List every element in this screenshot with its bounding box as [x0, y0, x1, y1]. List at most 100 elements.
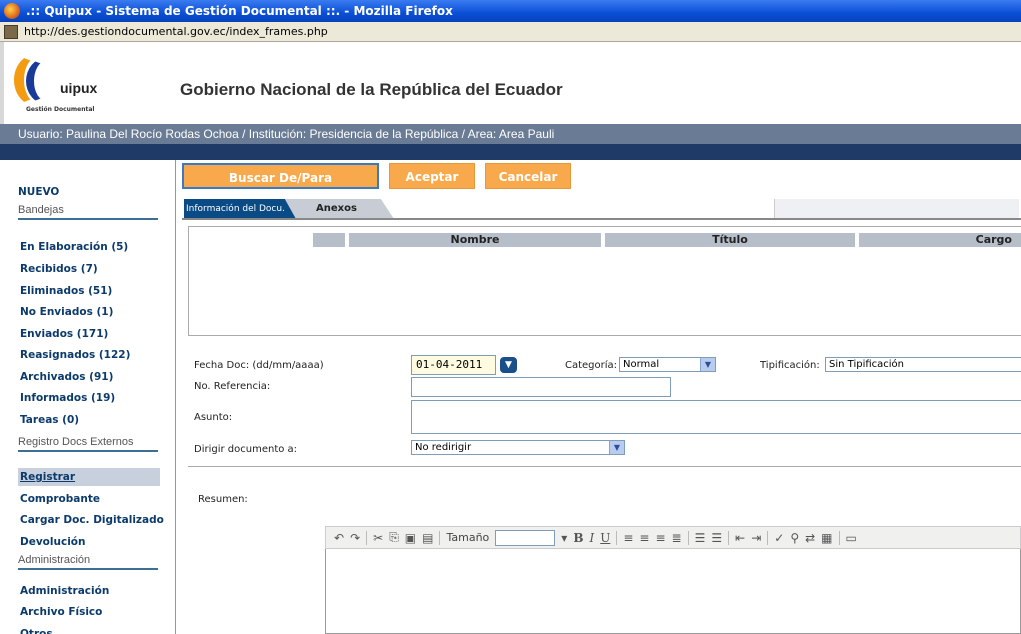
table-header-titulo: Título [605, 233, 855, 247]
sidebar-item-archivo-fisico[interactable]: Archivo Físico [20, 606, 102, 618]
sidebar-section-admin: Administración [18, 554, 158, 570]
align-justify-icon[interactable]: ≣ [672, 531, 682, 545]
replace-icon[interactable]: ⇄ [805, 531, 815, 545]
toolbar-separator [767, 530, 769, 545]
editor-toolbar: ↶ ↷ ✂ ⎘ ▣ ▤ Tamaño ▾ B I U ≡ ≡ ≡ ≣ ☰ ☰ ⇤… [325, 526, 1021, 549]
sidebar-item-recibidos[interactable]: Recibidos (7) [20, 263, 98, 275]
paste-text-icon[interactable]: ▤ [422, 531, 433, 545]
paste-icon[interactable]: ▣ [405, 531, 416, 545]
dirigir-label: Dirigir documento a: [194, 444, 298, 455]
asunto-textarea[interactable] [411, 400, 1021, 434]
fecha-label: Fecha Doc: (dd/mm/aaaa) [194, 360, 324, 371]
fecha-input[interactable]: 01-04-2011 [411, 355, 496, 375]
cancelar-button[interactable]: Cancelar [485, 163, 571, 189]
outdent-icon[interactable]: ⇤ [735, 531, 745, 545]
cut-icon[interactable]: ✂ [373, 531, 383, 545]
copy-icon[interactable]: ⎘ [389, 530, 399, 545]
maximize-icon[interactable]: ▭ [846, 531, 857, 545]
recipients-table: Nombre Título Cargo [188, 226, 1021, 336]
sidebar-item-en-elaboracion[interactable]: En Elaboración (5) [20, 241, 128, 253]
window-title-bar: .:: Quipux - Sistema de Gestión Document… [0, 0, 1021, 22]
align-center-icon[interactable]: ≡ [639, 531, 649, 545]
tab-underline [182, 218, 1021, 220]
address-bar[interactable]: http://des.gestiondocumental.gov.ec/inde… [0, 22, 1021, 42]
sidebar-section-bandejas: Bandejas [18, 204, 158, 220]
categoria-label: Categoría: [565, 360, 618, 371]
table-header-blank [313, 233, 345, 247]
sidebar-section-externos: Registro Docs Externos [18, 436, 158, 452]
dirigir-value: No redirigir [415, 442, 472, 453]
toolbar-separator [687, 530, 689, 545]
tab-anexos[interactable]: Anexos [284, 199, 394, 219]
table-icon[interactable]: ▦ [821, 531, 832, 545]
resumen-label: Resumen: [198, 494, 248, 505]
url-text[interactable]: http://des.gestiondocumental.gov.ec/inde… [24, 25, 328, 38]
sidebar-item-eliminados[interactable]: Eliminados (51) [20, 285, 112, 297]
tipificacion-label: Tipificación: [760, 360, 820, 371]
align-right-icon[interactable]: ≡ [655, 531, 665, 545]
sidebar-item-comprobante[interactable]: Comprobante [20, 493, 100, 505]
government-title: Gobierno Nacional de la República del Ec… [180, 80, 563, 99]
asunto-label: Asunto: [194, 412, 233, 423]
toolbar-separator [728, 530, 730, 545]
tipificacion-value: Sin Tipificación [829, 359, 905, 370]
undo-icon[interactable]: ↶ [334, 531, 344, 545]
header-divider [0, 144, 1021, 160]
tab-informacion-documento[interactable]: Información del Docu. [184, 199, 296, 219]
find-icon[interactable]: ⚲ [790, 531, 799, 545]
app-header: uipux Gestión Documental Gobierno Nacion… [0, 42, 1021, 124]
toolbar-separator [838, 530, 840, 545]
unordered-list-icon[interactable]: ☰ [711, 531, 722, 545]
sidebar-item-no-enviados[interactable]: No Enviados (1) [20, 306, 113, 318]
form-divider [188, 466, 1021, 467]
categoria-select[interactable]: Normal ▼ [619, 357, 716, 372]
chevron-down-icon: ▼ [609, 441, 624, 454]
sidebar-item-informados[interactable]: Informados (19) [20, 392, 115, 404]
toolbar-separator [439, 530, 441, 545]
sidebar-item-administracion[interactable]: Administración [20, 585, 109, 597]
user-info-bar: Usuario: Paulina Del Rocío Rodas Ochoa /… [0, 124, 1021, 144]
spellcheck-icon[interactable]: ✓ [774, 531, 784, 545]
resumen-editor[interactable] [325, 549, 1021, 634]
chevron-down-icon: ▼ [700, 358, 715, 371]
toolbar-separator [616, 530, 618, 545]
document-tabs: Anexos Información del Docu. [182, 199, 1021, 220]
font-size-select[interactable] [495, 529, 556, 546]
categoria-value: Normal [623, 359, 660, 370]
tab-bar-filler [774, 199, 1019, 219]
sidebar-nuevo[interactable]: NUEVO [18, 186, 59, 198]
buscar-de-para-button[interactable]: Buscar De/Para [182, 163, 379, 189]
quipux-logo: uipux Gestión Documental [14, 50, 134, 120]
chevron-down-icon[interactable]: ▾ [561, 531, 567, 545]
page-icon [4, 24, 18, 39]
toolbar-separator [366, 530, 368, 545]
sidebar-item-cargar-doc[interactable]: Cargar Doc. Digitalizado [20, 514, 164, 526]
logo-text: uipux [60, 80, 98, 96]
indent-icon[interactable]: ⇥ [751, 531, 761, 545]
bold-icon[interactable]: B [573, 531, 583, 545]
referencia-label: No. Referencia: [194, 381, 271, 392]
logo-subtitle: Gestión Documental [26, 106, 95, 113]
table-header-nombre: Nombre [349, 233, 601, 247]
font-size-label: Tamaño [446, 531, 490, 544]
sidebar-item-registrar[interactable]: Registrar [20, 471, 75, 483]
referencia-input[interactable] [411, 377, 671, 397]
dirigir-select[interactable]: No redirigir ▼ [411, 440, 625, 455]
sidebar-item-devolucion[interactable]: Devolución [20, 536, 85, 548]
tipificacion-select[interactable]: Sin Tipificación [825, 357, 1021, 372]
underline-icon[interactable]: U [600, 531, 610, 545]
ordered-list-icon[interactable]: ☰ [695, 531, 706, 545]
sidebar: NUEVO Bandejas En Elaboración (5) Recibi… [0, 160, 176, 634]
sidebar-item-reasignados[interactable]: Reasignados (122) [20, 349, 130, 361]
window-title: .:: Quipux - Sistema de Gestión Document… [26, 4, 453, 18]
calendar-button[interactable]: ▼ [500, 357, 517, 373]
italic-icon[interactable]: I [589, 531, 594, 545]
align-left-icon[interactable]: ≡ [623, 531, 633, 545]
redo-icon[interactable]: ↷ [350, 531, 360, 545]
table-header-cargo: Cargo [859, 233, 1021, 247]
sidebar-item-enviados[interactable]: Enviados (171) [20, 328, 108, 340]
aceptar-button[interactable]: Aceptar [389, 163, 475, 189]
sidebar-item-archivados[interactable]: Archivados (91) [20, 371, 113, 383]
sidebar-item-tareas[interactable]: Tareas (0) [20, 414, 79, 426]
sidebar-item-otros[interactable]: Otros [20, 628, 53, 634]
